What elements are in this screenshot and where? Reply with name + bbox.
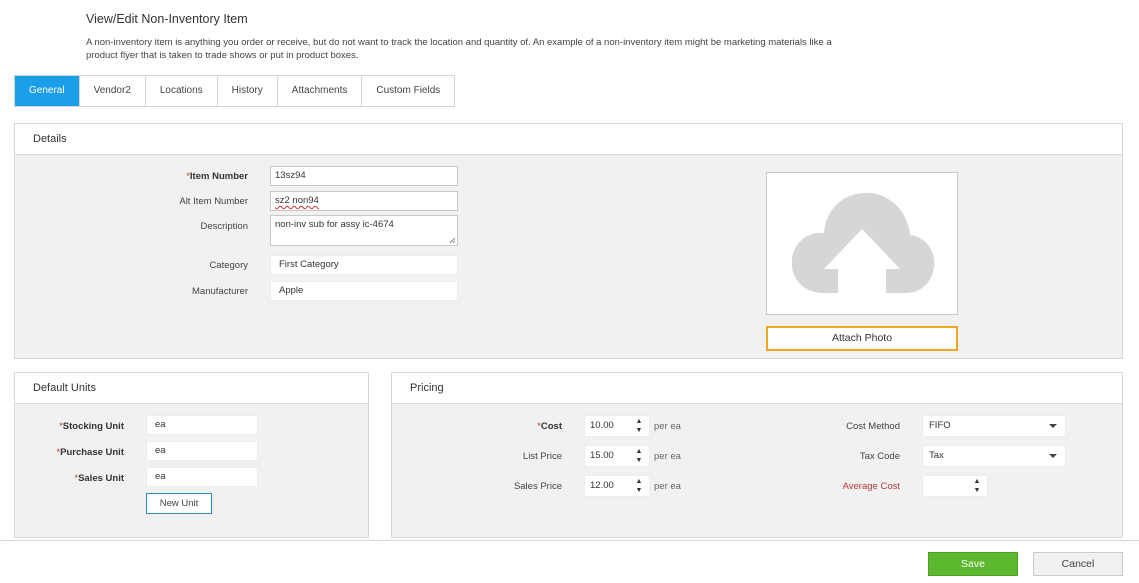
average-cost-label: Average Cost xyxy=(842,481,900,492)
cost-method-label: Cost Method xyxy=(846,421,900,432)
page-title: View/Edit Non-Inventory Item xyxy=(86,12,248,26)
cost-method-value: FIFO xyxy=(929,420,951,431)
cost-unit: per ea xyxy=(654,421,681,432)
average-cost-stepper[interactable]: ▲ ▼ xyxy=(922,475,988,497)
list-price-value: 15.00 xyxy=(590,450,614,461)
description-text: non-inv sub for assy ic-4674 xyxy=(275,219,394,230)
sales-price-label: Sales Price xyxy=(513,481,562,492)
average-cost-value xyxy=(923,476,967,496)
tax-code-label: Tax Code xyxy=(859,451,900,462)
stocking-unit-field[interactable]: ea xyxy=(146,415,258,435)
stepper-arrows-icon[interactable]: ▲ ▼ xyxy=(629,476,649,496)
cost-value: 10.00 xyxy=(590,420,614,431)
cost-label: *Cost xyxy=(537,421,562,432)
cloud-upload-icon xyxy=(791,192,935,293)
item-number-field[interactable]: 13sz94 xyxy=(270,166,458,186)
pricing-heading: Pricing xyxy=(392,373,1122,404)
attach-photo-button[interactable]: Attach Photo xyxy=(766,326,958,351)
cost-stepper[interactable]: 10.00 ▲ ▼ xyxy=(584,415,650,437)
alt-item-number-label: Alt Item Number xyxy=(179,196,248,207)
list-price-stepper[interactable]: 15.00 ▲ ▼ xyxy=(584,445,650,467)
alt-item-number-field[interactable]: sz2 non94 xyxy=(270,191,458,211)
new-unit-button[interactable]: New Unit xyxy=(146,493,212,514)
sales-unit-label: *Sales Unit xyxy=(74,473,124,484)
purchase-unit-field[interactable]: ea xyxy=(146,441,258,461)
details-heading: Details xyxy=(15,124,1122,155)
description-field[interactable]: non-inv sub for assy ic-4674 xyxy=(270,215,458,246)
category-field[interactable]: First Category xyxy=(270,255,458,275)
cancel-button[interactable]: Cancel xyxy=(1033,552,1123,576)
tab-vendor[interactable]: Vendor2 xyxy=(80,76,146,106)
tab-attachments[interactable]: Attachments xyxy=(278,76,363,106)
sales-price-value: 12.00 xyxy=(590,480,614,491)
tax-code-value: Tax xyxy=(929,450,944,461)
sales-price-stepper[interactable]: 12.00 ▲ ▼ xyxy=(584,475,650,497)
purchase-unit-label: *Purchase Unit xyxy=(56,447,124,458)
stocking-unit-label: *Stocking Unit xyxy=(59,421,124,432)
photo-placeholder[interactable] xyxy=(766,172,958,315)
tab-history[interactable]: History xyxy=(218,76,278,106)
category-label: Category xyxy=(209,260,248,271)
list-price-unit: per ea xyxy=(654,451,681,462)
manufacturer-field[interactable]: Apple xyxy=(270,281,458,301)
manufacturer-label: Manufacturer xyxy=(192,286,248,297)
page-description: A non-inventory item is anything you ord… xyxy=(86,37,832,61)
cost-method-select[interactable]: FIFO xyxy=(922,415,1066,437)
stepper-arrows-icon[interactable]: ▲ ▼ xyxy=(967,476,987,496)
tab-bar: General Vendor2 Locations History Attach… xyxy=(14,75,456,107)
chevron-down-icon xyxy=(1049,454,1057,458)
resize-handle-icon[interactable] xyxy=(449,237,456,244)
save-button[interactable]: Save xyxy=(928,552,1018,576)
tab-custom-fields[interactable]: Custom Fields xyxy=(362,76,454,106)
tab-locations[interactable]: Locations xyxy=(146,76,218,106)
chevron-down-icon xyxy=(1049,424,1057,428)
stepper-arrows-icon[interactable]: ▲ ▼ xyxy=(629,446,649,466)
item-number-label: *Item Number xyxy=(186,171,248,182)
sales-price-unit: per ea xyxy=(654,481,681,492)
tab-general[interactable]: General xyxy=(15,76,80,106)
description-label: Description xyxy=(200,221,248,232)
default-units-heading: Default Units xyxy=(15,373,368,404)
sales-unit-field[interactable]: ea xyxy=(146,467,258,487)
stepper-arrows-icon[interactable]: ▲ ▼ xyxy=(629,416,649,436)
tax-code-select[interactable]: Tax xyxy=(922,445,1066,467)
list-price-label: List Price xyxy=(522,451,562,462)
